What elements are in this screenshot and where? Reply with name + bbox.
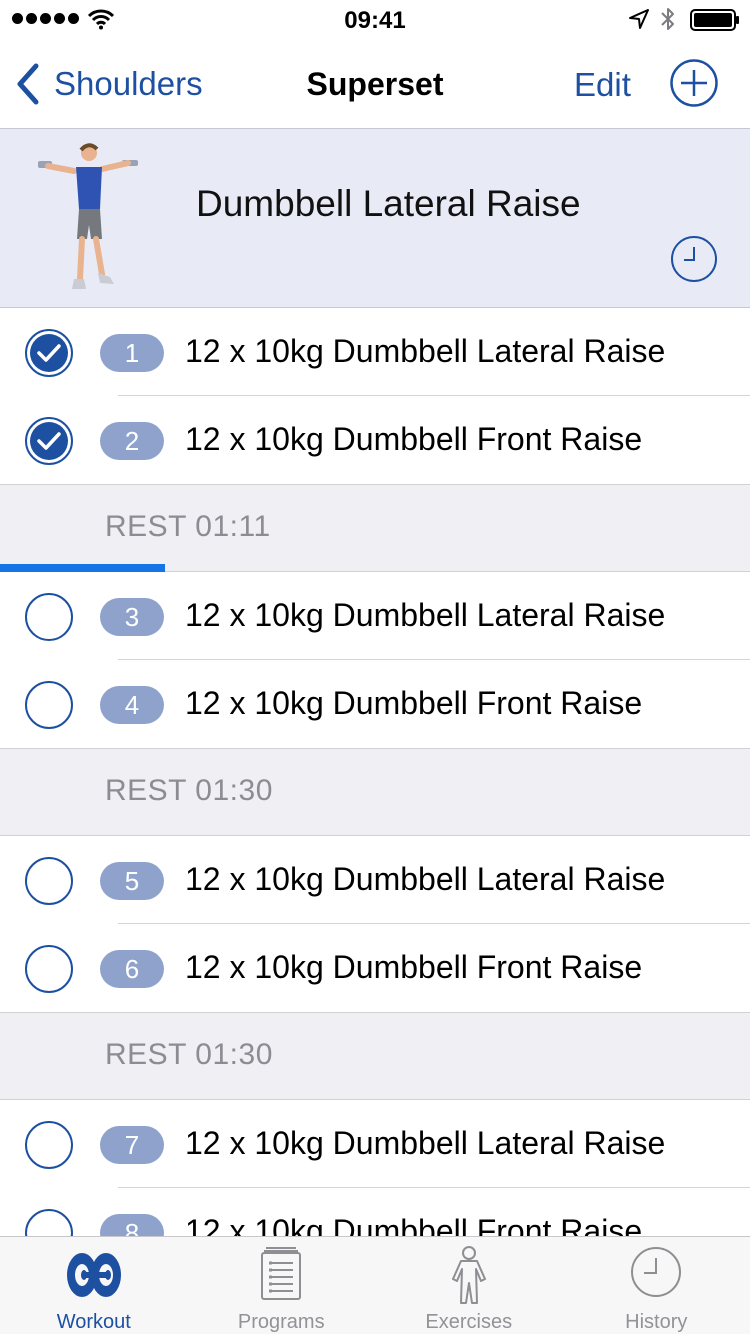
rest-progress-fill xyxy=(0,564,165,572)
chevron-left-icon xyxy=(17,63,39,105)
tab-workout[interactable]: Workout xyxy=(0,1237,188,1334)
clock-icon xyxy=(631,1247,682,1297)
set-number-badge: 7 xyxy=(100,1126,164,1164)
set-description: 12 x 10kg Dumbbell Lateral Raise xyxy=(185,861,666,897)
add-icon[interactable] xyxy=(669,58,719,108)
rest-row: REST 01:30 xyxy=(0,1012,750,1100)
tab-programs[interactable]: Programs xyxy=(188,1237,376,1334)
edit-button[interactable]: Edit xyxy=(574,66,631,104)
back-button-label: Shoulders xyxy=(54,65,203,102)
set-number-badge: 5 xyxy=(100,862,164,900)
set-row[interactable]: 3 12 x 10kg Dumbbell Lateral Raise xyxy=(0,572,750,660)
set-number-badge: 1 xyxy=(100,334,164,372)
set-row[interactable]: 4 12 x 10kg Dumbbell Front Raise xyxy=(0,660,750,748)
rest-progress-bar xyxy=(0,564,750,572)
tab-label: History xyxy=(625,1311,688,1333)
unchecked-circle-icon[interactable] xyxy=(24,856,74,906)
set-row[interactable]: 5 12 x 10kg Dumbbell Lateral Raise xyxy=(0,836,750,924)
checked-circle-icon[interactable] xyxy=(24,416,74,466)
rest-label: REST 01:30 xyxy=(105,774,273,807)
bluetooth-icon xyxy=(661,8,674,30)
battery-icon xyxy=(690,9,739,31)
tab-label: Programs xyxy=(237,1311,325,1333)
unchecked-circle-icon[interactable] xyxy=(24,592,74,642)
exercise-illustration xyxy=(38,143,138,289)
set-number-badge: 3 xyxy=(100,598,164,636)
set-row[interactable]: 6 12 x 10kg Dumbbell Front Raise xyxy=(0,924,750,1012)
exercise-header[interactable]: Dumbbell Lateral Raise xyxy=(0,128,750,308)
checked-circle-icon[interactable] xyxy=(24,328,74,378)
set-description: 12 x 10kg Dumbbell Lateral Raise xyxy=(185,333,666,369)
status-bar: 09:41 xyxy=(0,0,750,40)
set-row[interactable]: 1 12 x 10kg Dumbbell Lateral Raise xyxy=(0,308,750,396)
set-description: 12 x 10kg Dumbbell Front Raise xyxy=(185,685,643,721)
body-figure-icon xyxy=(451,1246,486,1304)
set-description: 12 x 10kg Dumbbell Lateral Raise xyxy=(185,1125,666,1161)
rest-row: REST 01:30 xyxy=(0,748,750,836)
clipboard-list-icon xyxy=(261,1247,302,1300)
tab-label: Exercises xyxy=(425,1311,513,1333)
rest-label: REST 01:11 xyxy=(105,510,271,543)
tab-exercises[interactable]: Exercises xyxy=(375,1237,563,1334)
exercise-name: Dumbbell Lateral Raise xyxy=(196,183,581,224)
tab-bar: Workout Programs Exercises History xyxy=(0,1236,750,1334)
navigation-bar: Shoulders Superset Edit xyxy=(0,40,750,128)
tab-history[interactable]: History xyxy=(563,1237,750,1334)
tab-label: Workout xyxy=(56,1311,131,1333)
unchecked-circle-icon[interactable] xyxy=(24,1120,74,1170)
rest-label: REST 01:30 xyxy=(105,1038,273,1071)
dumbbell-icon xyxy=(66,1253,121,1297)
set-number-badge: 6 xyxy=(100,950,164,988)
set-description: 12 x 10kg Dumbbell Front Raise xyxy=(185,421,643,457)
back-button[interactable]: Shoulders xyxy=(14,62,203,106)
set-description: 12 x 10kg Dumbbell Lateral Raise xyxy=(185,597,666,633)
rest-row: REST 01:11 xyxy=(0,484,750,572)
set-description: 12 x 10kg Dumbbell Front Raise xyxy=(185,949,643,985)
unchecked-circle-icon[interactable] xyxy=(24,944,74,994)
set-number-badge: 4 xyxy=(100,686,164,724)
set-row[interactable]: 2 12 x 10kg Dumbbell Front Raise xyxy=(0,396,750,484)
location-arrow-icon xyxy=(629,9,649,29)
unchecked-circle-icon[interactable] xyxy=(24,680,74,730)
clock-icon[interactable] xyxy=(670,235,718,283)
set-number-badge: 2 xyxy=(100,422,164,460)
set-row[interactable]: 7 12 x 10kg Dumbbell Lateral Raise xyxy=(0,1100,750,1188)
